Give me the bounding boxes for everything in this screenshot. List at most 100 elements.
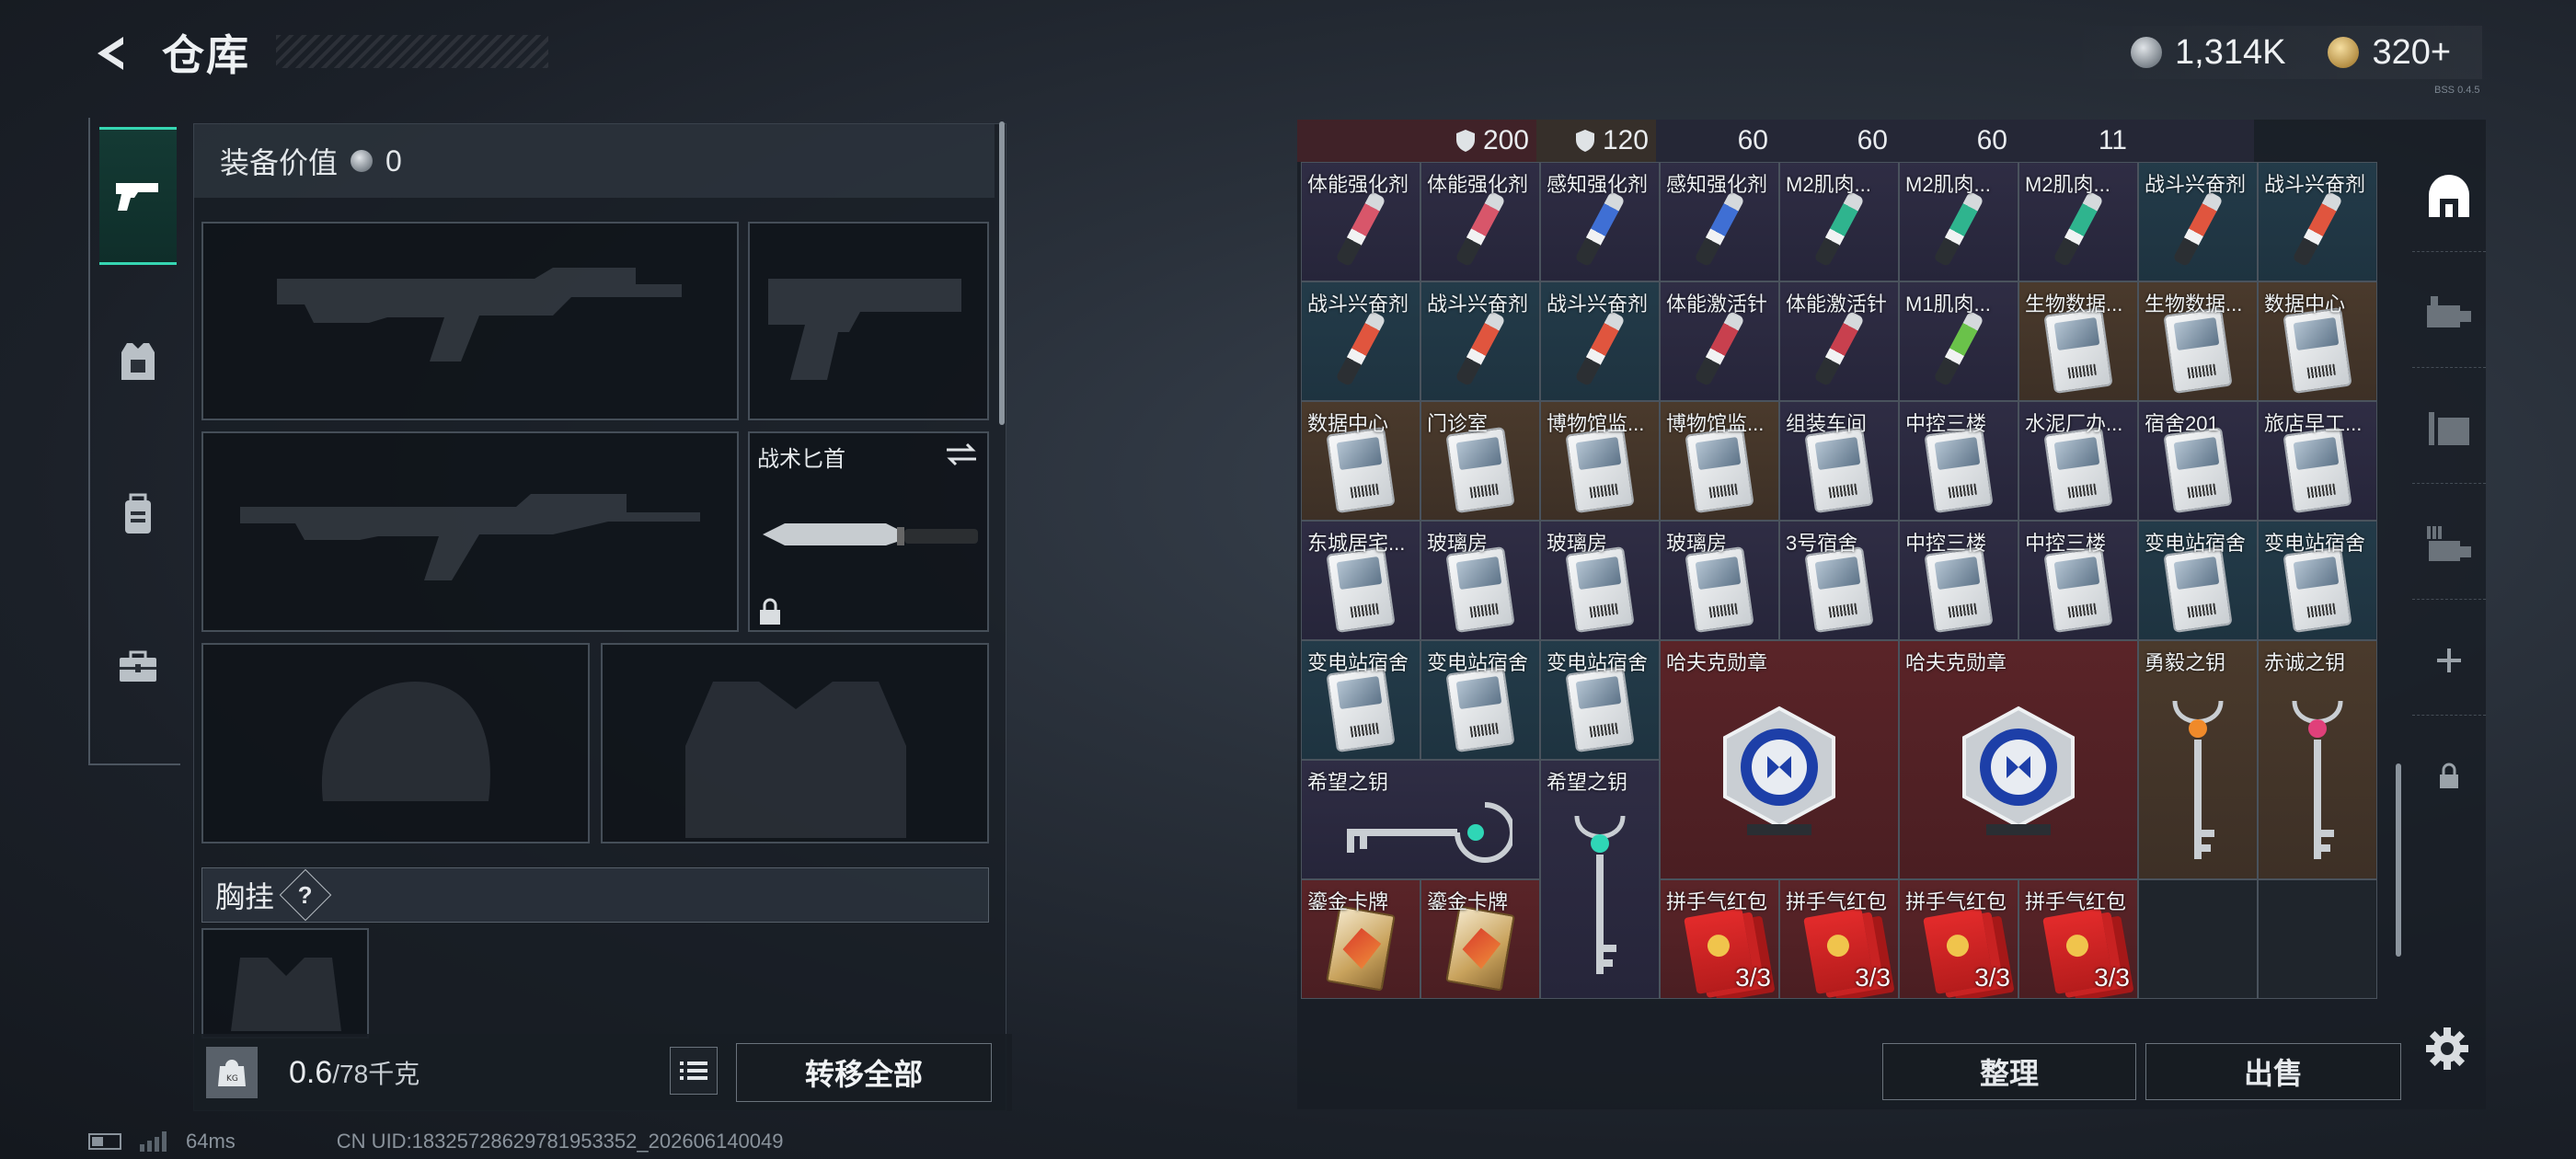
storage-item[interactable]: 感知强化剂: [1660, 162, 1779, 281]
storage-item[interactable]: 博物馆监...: [1660, 401, 1779, 521]
storage-tab-3[interactable]: [2412, 489, 2486, 600]
settings-button[interactable]: [2420, 1021, 2475, 1076]
storage-item[interactable]: 生物数据...: [2138, 281, 2258, 401]
storage-item[interactable]: 哈夫克勋章: [1899, 640, 2138, 879]
storage-item[interactable]: 水泥厂办...: [2018, 401, 2138, 521]
help-icon[interactable]: ?: [279, 868, 332, 922]
storage-item[interactable]: 鎏金卡牌: [1420, 879, 1540, 999]
chest-rig-slot[interactable]: [201, 928, 369, 1039]
storage-item[interactable]: 希望之钥: [1301, 760, 1540, 879]
storage-item[interactable]: 3号宿舍: [1779, 521, 1899, 640]
storage-item-name: M2肌肉...: [2025, 173, 2110, 196]
storage-item[interactable]: 希望之钥: [1540, 760, 1660, 999]
storage-item[interactable]: 变电站宿舍: [1301, 640, 1420, 760]
storage-item[interactable]: 宿舍201: [2138, 401, 2258, 521]
knife-slot[interactable]: 战术匕首: [748, 431, 989, 632]
rifle-silhouette-icon: [277, 268, 682, 361]
syringe-icon: [1694, 190, 1745, 267]
pistol-slot[interactable]: [748, 222, 989, 420]
body-armor-slot[interactable]: [601, 643, 989, 843]
storage-item[interactable]: 组装车间: [1779, 401, 1899, 521]
storage-tab-1[interactable]: [2412, 258, 2486, 368]
category-weapons[interactable]: [99, 127, 177, 265]
storage-item-name: 数据中心: [1307, 412, 1389, 435]
syringe-icon: [2053, 190, 2104, 267]
key-icon: [2292, 700, 2343, 859]
storage-item[interactable]: 体能激活针: [1779, 281, 1899, 401]
title-decoration: [276, 35, 548, 68]
storage-item[interactable]: 数据中心: [2258, 281, 2377, 401]
storage-item[interactable]: 变电站宿舍: [1540, 640, 1660, 760]
storage-item[interactable]: 赤诚之钥: [2258, 640, 2377, 879]
storage-item[interactable]: 中控三楼: [1899, 521, 2018, 640]
storage-item[interactable]: 感知强化剂: [1540, 162, 1660, 281]
sell-button[interactable]: 出售: [2145, 1043, 2401, 1100]
storage-item[interactable]: 变电站宿舍: [2258, 521, 2377, 640]
primary-weapon-slot[interactable]: [201, 222, 739, 420]
uid-text: CN UID:18325728629781953352_202606140049: [336, 1130, 784, 1153]
storage-item[interactable]: 中控三楼: [1899, 401, 2018, 521]
storage-item[interactable]: 变电站宿舍: [2138, 521, 2258, 640]
storage-item[interactable]: 战斗兴奋剂: [1301, 281, 1420, 401]
storage-item[interactable]: 玻璃房: [1660, 521, 1779, 640]
storage-item[interactable]: 变电站宿舍: [1420, 640, 1540, 760]
armor-silhouette-icon: [685, 682, 906, 838]
storage-item[interactable]: 数据中心: [1301, 401, 1420, 521]
tactical-knife-icon: [763, 523, 978, 545]
storage-item[interactable]: 门诊室: [1420, 401, 1540, 521]
swap-icon[interactable]: [943, 441, 980, 468]
storage-item[interactable]: 勇毅之钥: [2138, 640, 2258, 879]
storage-item[interactable]: 博物馆监...: [1540, 401, 1660, 521]
storage-tab-2[interactable]: [2412, 373, 2486, 484]
storage-item[interactable]: 东城居宅...: [1301, 521, 1420, 640]
storage-item[interactable]: 战斗兴奋剂: [2138, 162, 2258, 281]
svg-text:KG: KG: [226, 1074, 238, 1084]
transfer-all-button[interactable]: 转移全部: [736, 1043, 992, 1102]
storage-item[interactable]: 拼手气红包 3/3: [1779, 879, 1899, 999]
storage-item[interactable]: 体能强化剂: [1420, 162, 1540, 281]
secondary-weapon-slot[interactable]: [201, 431, 739, 632]
signal-icon: [140, 1131, 167, 1152]
storage-item[interactable]: 中控三楼: [2018, 521, 2138, 640]
storage-scrollbar[interactable]: [2396, 763, 2401, 957]
category-case[interactable]: [99, 598, 177, 736]
category-backpack[interactable]: [99, 445, 177, 583]
empty-slot[interactable]: [2138, 879, 2258, 999]
storage-header-cell: 200: [1297, 120, 1536, 162]
storage-item[interactable]: M2肌肉...: [1779, 162, 1899, 281]
sort-button[interactable]: 整理: [1882, 1043, 2136, 1100]
back-button[interactable]: [85, 26, 140, 81]
empty-slot[interactable]: [2258, 879, 2377, 999]
storage-item[interactable]: 体能强化剂: [1301, 162, 1420, 281]
storage-item[interactable]: 拼手气红包 3/3: [2018, 879, 2138, 999]
storage-item[interactable]: 鎏金卡牌: [1301, 879, 1420, 999]
storage-item[interactable]: M2肌肉...: [2018, 162, 2138, 281]
add-storage-button[interactable]: [2412, 605, 2486, 716]
storage-item[interactable]: 生物数据...: [2018, 281, 2138, 401]
syringe-icon: [1455, 190, 1506, 267]
storage-item[interactable]: 体能激活针: [1660, 281, 1779, 401]
storage-item[interactable]: M2肌肉...: [1899, 162, 2018, 281]
storage-item[interactable]: 玻璃房: [1420, 521, 1540, 640]
storage-item[interactable]: 拼手气红包 3/3: [1660, 879, 1779, 999]
storage-item[interactable]: M1肌肉...: [1899, 281, 2018, 401]
medal-icon: [1723, 706, 1835, 836]
storage-item[interactable]: 战斗兴奋剂: [1420, 281, 1540, 401]
locked-storage-tab[interactable]: [2412, 721, 2486, 832]
category-armor[interactable]: [99, 293, 177, 430]
storage-item[interactable]: 旅店早工...: [2258, 401, 2377, 521]
storage-tab-main[interactable]: [2412, 142, 2486, 252]
loadout-scrollbar[interactable]: [999, 121, 1005, 425]
storage-item-name: 博物馆监...: [1547, 412, 1645, 435]
storage-item[interactable]: 战斗兴奋剂: [2258, 162, 2377, 281]
storage-item[interactable]: 战斗兴奋剂: [1540, 281, 1660, 401]
storage-item-name: 赤诚之钥: [2264, 651, 2346, 674]
keycard-icon: [1804, 427, 1874, 514]
storage-item-name: 体能激活针: [1666, 293, 1768, 316]
storage-item[interactable]: 拼手气红包 3/3: [1899, 879, 2018, 999]
list-view-button[interactable]: [670, 1047, 718, 1095]
storage-item[interactable]: 玻璃房: [1540, 521, 1660, 640]
gold-amount[interactable]: 320+: [2372, 33, 2451, 73]
storage-item[interactable]: 哈夫克勋章: [1660, 640, 1899, 879]
helmet-slot[interactable]: [201, 643, 590, 843]
